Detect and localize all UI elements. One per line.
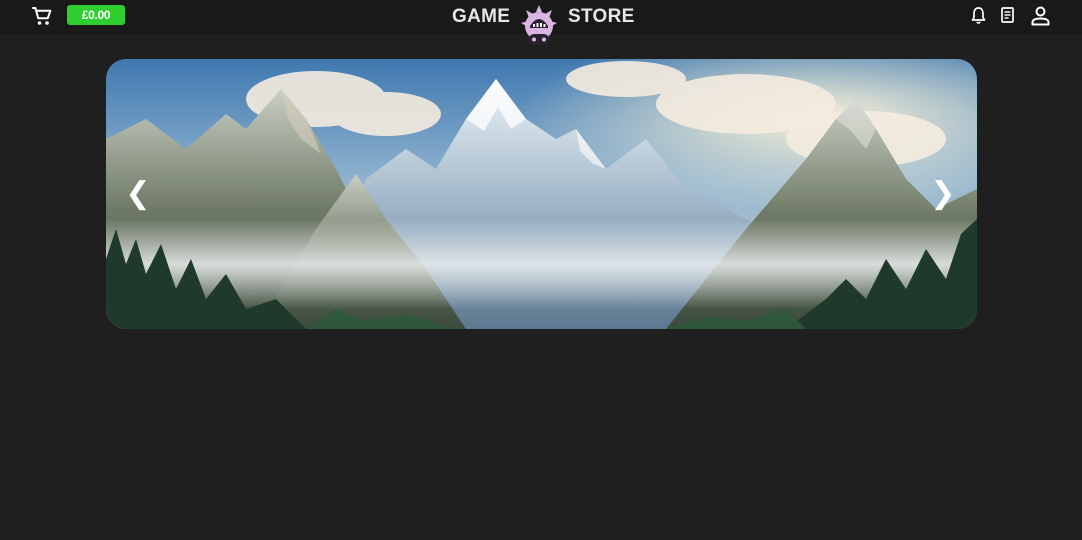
receipt-icon[interactable] (999, 6, 1016, 25)
bell-icon[interactable] (970, 6, 987, 25)
hero-carousel[interactable]: ❮ ❯ (106, 59, 977, 329)
mountain-landscape-slide (106, 59, 977, 329)
balance-badge[interactable]: £0.00 (67, 5, 125, 25)
brand-title-right: STORE (568, 6, 635, 27)
store-logo-icon[interactable] (520, 4, 558, 50)
user-icon[interactable] (1030, 5, 1051, 26)
top-bar: £0.00 GAME STORE (0, 0, 1082, 45)
carousel-next-button[interactable]: ❯ (928, 174, 958, 214)
carousel-prev-button[interactable]: ❮ (123, 174, 153, 214)
brand-title-left: GAME (452, 6, 511, 27)
cart-icon[interactable] (30, 4, 54, 28)
